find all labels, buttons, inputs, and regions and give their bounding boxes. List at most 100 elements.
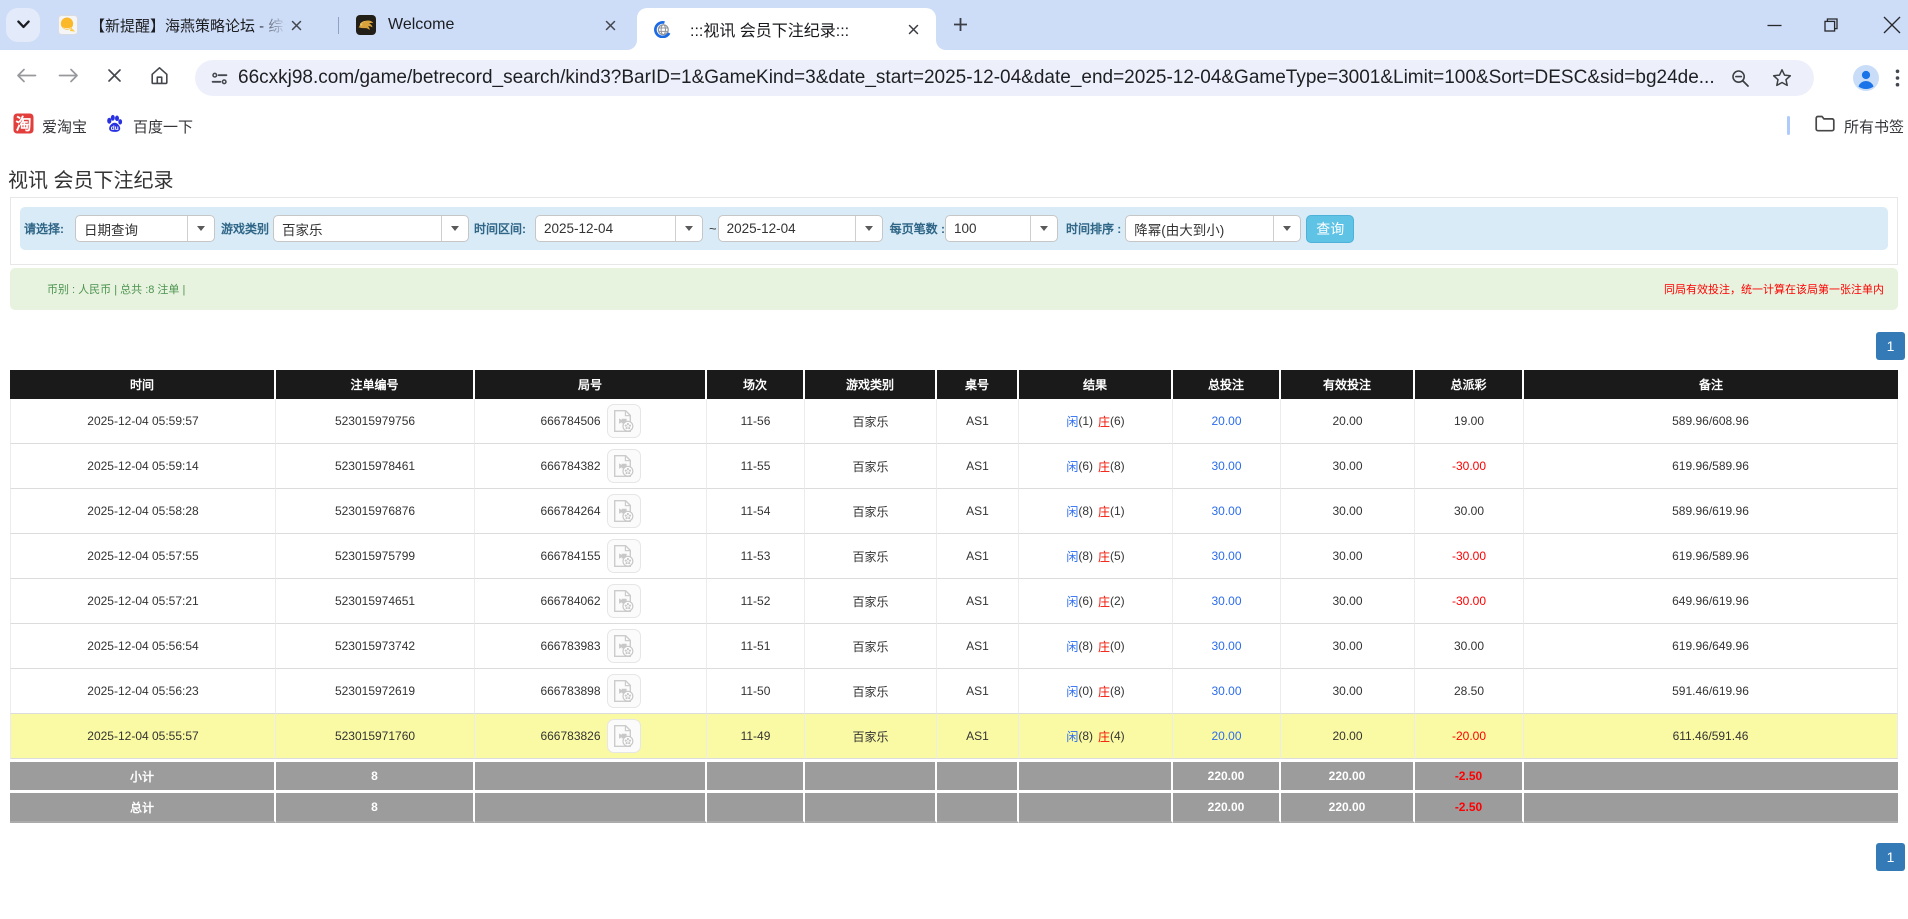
profile-avatar[interactable]	[1853, 65, 1879, 91]
video-replay-button[interactable]	[606, 584, 641, 618]
tab-search-button[interactable]	[6, 8, 40, 42]
cell-table: AS1	[937, 624, 1019, 669]
cell-note: 619.96/649.96	[1524, 624, 1898, 669]
back-button[interactable]	[9, 50, 43, 100]
pagination-page-1-top[interactable]: 1	[1876, 332, 1905, 360]
tab-haiyan-forum[interactable]: 【新提醒】海燕策略论坛 - 综合	[48, 0, 348, 50]
cell-payout: -30.00	[1415, 444, 1524, 489]
cell-total-bet[interactable]: 30.00	[1173, 579, 1281, 624]
video-replay-button[interactable]	[606, 539, 641, 573]
bookmark-aitaobao[interactable]: 淘 爱淘宝	[13, 100, 87, 152]
video-replay-button[interactable]	[606, 494, 641, 528]
subtotal-empty	[707, 759, 805, 790]
url-bar[interactable]: 66cxkj98.com/game/betrecord_search/kind3…	[195, 60, 1814, 96]
banker-count: (6)	[1110, 414, 1125, 428]
svg-text:淘: 淘	[15, 115, 31, 134]
date-end-input[interactable]: 2025-12-04	[717, 215, 883, 242]
bookmark-star-button[interactable]	[1765, 60, 1799, 96]
cell-time: 2025-12-04 05:57:55	[10, 534, 276, 579]
player-result: 闲	[1066, 459, 1079, 474]
cell-note: 619.96/589.96	[1524, 444, 1898, 489]
tab-strip: 【新提醒】海燕策略论坛 - 综合 Welcome:::视讯 会员下注纪录:::	[0, 0, 1908, 50]
video-replay-button[interactable]	[606, 404, 641, 438]
window-restore-button[interactable]	[1817, 11, 1845, 39]
player-count: (0)	[1078, 684, 1093, 698]
video-replay-button[interactable]	[606, 449, 641, 483]
video-replay-button[interactable]	[606, 674, 641, 708]
close-icon[interactable]	[288, 17, 304, 33]
cell-time: 2025-12-04 05:57:21	[10, 579, 276, 624]
tab-bet-records-active[interactable]: :::视讯 会员下注纪录:::	[637, 8, 936, 50]
column-header: 桌号	[937, 370, 1019, 399]
cell-total-bet[interactable]: 20.00	[1173, 399, 1281, 444]
column-header: 结果	[1019, 370, 1173, 399]
bookmarks-divider	[1787, 116, 1790, 135]
cell-total-bet[interactable]: 30.00	[1173, 669, 1281, 714]
close-icon[interactable]	[602, 17, 618, 33]
active-tab-flare	[627, 40, 637, 50]
total-label: 总计	[10, 790, 276, 823]
site-info-icon[interactable]	[205, 64, 233, 92]
tab-title: :::视讯 会员下注纪录:::	[690, 23, 850, 40]
folder-icon	[1815, 115, 1835, 137]
cell-session: 11-52	[707, 579, 805, 624]
banker-result: 庄	[1098, 414, 1111, 429]
player-count: (1)	[1078, 414, 1093, 428]
chevron-down-icon[interactable]	[1273, 216, 1300, 241]
cell-result: 闲 (8) 庄 (5)	[1019, 534, 1173, 579]
table-row: 2025-12-04 05:56:54 523015973742 666783983…	[10, 624, 1898, 669]
sort-label: 时间排序 :	[1065, 222, 1122, 236]
cell-game-type: 百家乐	[805, 399, 937, 444]
sort-combobox[interactable]: 降幂(由大到小)	[1125, 215, 1302, 242]
page-size-input[interactable]: 100	[944, 215, 1058, 242]
stop-loading-button[interactable]	[97, 50, 131, 100]
new-tab-button[interactable]	[946, 13, 974, 41]
player-result: 闲	[1066, 639, 1079, 654]
close-icon[interactable]	[905, 21, 921, 37]
chevron-down-icon[interactable]	[675, 216, 702, 241]
chevron-down-icon[interactable]	[187, 216, 214, 241]
person-icon	[1853, 65, 1879, 91]
bookmarks-bar: 淘 爱淘宝 du 百度一下 所有书签	[0, 100, 1908, 152]
cell-total-bet[interactable]: 30.00	[1173, 444, 1281, 489]
cell-note: 649.96/619.96	[1524, 579, 1898, 624]
cell-table: AS1	[937, 399, 1019, 444]
player-result: 闲	[1066, 414, 1079, 429]
chevron-down-icon[interactable]	[854, 216, 882, 241]
close-icon	[107, 68, 121, 82]
browser-menu-button[interactable]	[1888, 60, 1906, 96]
window-close-button[interactable]	[1878, 11, 1906, 39]
select-type-combobox[interactable]: 日期查询	[75, 215, 215, 242]
cell-session: 11-49	[707, 714, 805, 759]
chevron-down-icon[interactable]	[1029, 216, 1057, 241]
video-replay-button[interactable]	[606, 719, 641, 753]
zoom-out-button[interactable]	[1725, 60, 1755, 96]
forward-button[interactable]	[51, 50, 85, 100]
cell-total-bet[interactable]: 30.00	[1173, 624, 1281, 669]
date-start-input[interactable]: 2025-12-04	[535, 215, 704, 242]
column-header: 局号	[475, 370, 707, 399]
home-button[interactable]	[142, 50, 176, 100]
column-header: 时间	[10, 370, 276, 399]
cell-total-bet[interactable]: 20.00	[1173, 714, 1281, 759]
cell-game-type: 百家乐	[805, 669, 937, 714]
all-bookmarks-button[interactable]: 所有书签	[1815, 100, 1904, 152]
cell-session: 11-53	[707, 534, 805, 579]
tab-welcome[interactable]: Welcome	[346, 0, 630, 50]
cell-total-bet[interactable]: 30.00	[1173, 534, 1281, 579]
chevron-down-icon[interactable]	[441, 216, 468, 241]
cell-table: AS1	[937, 669, 1019, 714]
banker-count: (0)	[1110, 639, 1125, 653]
video-replay-button[interactable]	[606, 629, 641, 663]
url-text[interactable]: 66cxkj98.com/game/betrecord_search/kind3…	[238, 67, 1721, 89]
cell-total-bet[interactable]: 30.00	[1173, 489, 1281, 534]
bookmark-baidu[interactable]: du 百度一下	[104, 100, 193, 152]
query-button[interactable]: 查询	[1306, 214, 1355, 243]
window-minimize-button[interactable]	[1760, 11, 1788, 39]
cell-bet-id: 523015976876	[276, 489, 475, 534]
select-type-label: 请选择:	[24, 222, 64, 236]
game-type-combobox[interactable]: 百家乐	[273, 215, 470, 242]
cell-round: 666784155	[475, 534, 707, 579]
cell-result: 闲 (6) 庄 (8)	[1019, 444, 1173, 489]
pagination-page-1-bottom[interactable]: 1	[1876, 843, 1905, 871]
